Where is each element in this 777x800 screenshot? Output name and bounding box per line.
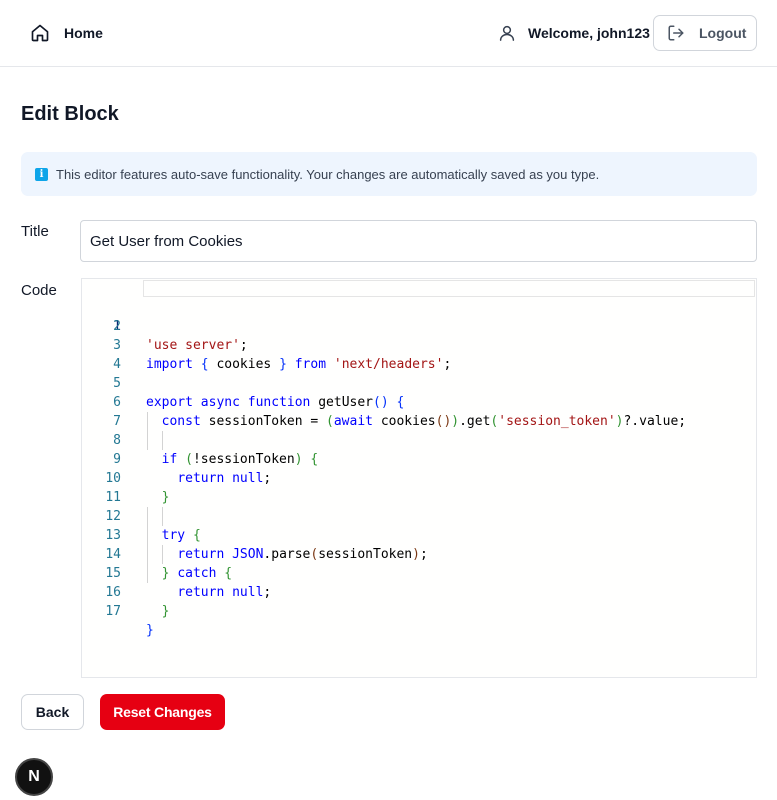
home-link-label: Home xyxy=(64,25,103,41)
code-line[interactable]: 11 xyxy=(82,469,756,505)
line-number: 17 xyxy=(105,604,121,619)
code-line[interactable]: 17 } xyxy=(82,583,756,638)
nextjs-logo-letter: N xyxy=(28,768,40,785)
autosave-info-banner: i This editor features auto-save functio… xyxy=(21,152,757,196)
code-line[interactable]: 1 'use server'; xyxy=(82,279,756,353)
title-input[interactable] xyxy=(80,220,757,262)
home-link[interactable]: Home xyxy=(30,20,103,46)
code-line[interactable]: 16 } xyxy=(82,564,756,619)
logout-icon xyxy=(668,25,684,41)
code-editor[interactable]: 1 'use server'; 2 3 import { cookies } f… xyxy=(81,278,757,678)
title-label: Title xyxy=(21,223,49,240)
code-line[interactable]: 2 xyxy=(82,298,756,334)
autosave-info-text: This editor features auto-save functiona… xyxy=(56,166,600,182)
code-line[interactable]: 13 return JSON.parse(sessionToken); xyxy=(82,507,756,562)
code-line[interactable]: 4 xyxy=(82,336,756,372)
code-line[interactable]: 8 if (!sessionToken) { xyxy=(82,412,756,467)
nextjs-dev-indicator-button[interactable]: N xyxy=(15,758,53,796)
info-icon: i xyxy=(35,167,48,181)
home-icon xyxy=(31,24,49,42)
logout-button[interactable]: Logout xyxy=(653,15,757,51)
code-line[interactable]: 14 } catch { xyxy=(82,526,756,581)
code-line[interactable]: 5 export async function getUser() { xyxy=(82,355,756,410)
code-line[interactable]: 12 try { xyxy=(82,488,756,543)
code-line[interactable]: 10 } xyxy=(82,450,756,505)
reset-changes-button[interactable]: Reset Changes xyxy=(100,694,225,730)
code-line[interactable]: 6 const sessionToken = (await cookies())… xyxy=(82,374,756,429)
active-line-highlight xyxy=(143,280,755,297)
code-line[interactable]: 3 import { cookies } from 'next/headers'… xyxy=(82,317,756,372)
code-line[interactable]: 7 xyxy=(82,393,756,429)
top-navigation-bar: Home Welcome, john123 Logout xyxy=(0,0,777,67)
logout-label: Logout xyxy=(699,25,747,41)
welcome-text: Welcome, john123 xyxy=(528,25,650,41)
back-button[interactable]: Back xyxy=(21,694,84,730)
code-line-text: } xyxy=(146,623,154,638)
code-line[interactable]: 9 return null; xyxy=(82,431,756,486)
code-label: Code xyxy=(21,282,57,299)
user-icon xyxy=(499,25,515,41)
code-line-text: } xyxy=(161,604,170,619)
code-line[interactable]: 15 return null; xyxy=(82,545,756,600)
page-title: Edit Block xyxy=(21,103,119,125)
user-welcome: Welcome, john123 xyxy=(498,20,650,46)
